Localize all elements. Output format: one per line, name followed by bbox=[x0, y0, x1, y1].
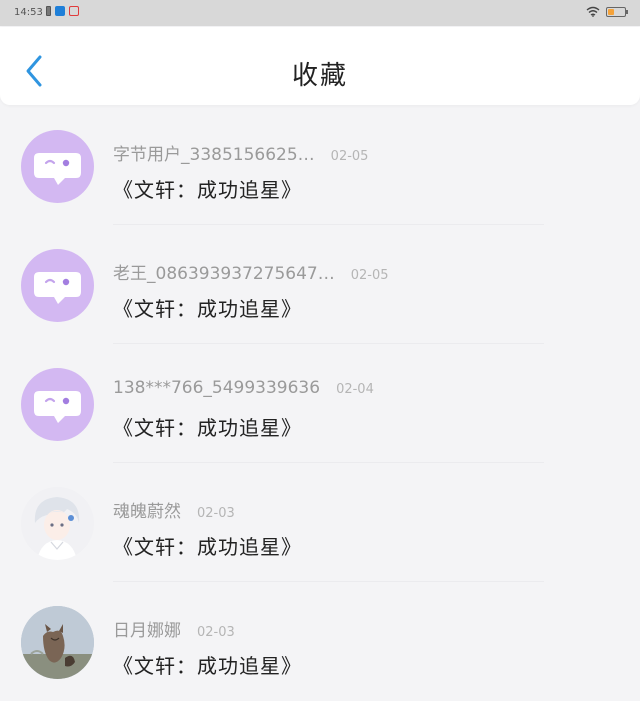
wifi-icon bbox=[586, 6, 600, 17]
item-title[interactable]: 《文轩：成功追星》 bbox=[113, 531, 302, 560]
status-icons-left bbox=[46, 6, 79, 16]
item-meta: 字节用户_3385156625… 02-05 bbox=[113, 140, 368, 165]
default-chat-avatar-icon bbox=[34, 272, 81, 304]
item-username[interactable]: 138***766_5499339636 bbox=[113, 378, 320, 398]
item-meta: 老王_086393937275647… 02-05 bbox=[113, 259, 389, 284]
battery-fill bbox=[608, 8, 614, 15]
cat-avatar-icon bbox=[21, 606, 94, 679]
item-meta: 日月娜娜 02-03 bbox=[113, 616, 235, 641]
favorite-item[interactable]: 字节用户_3385156625… 02-05 《文轩：成功追星》 bbox=[0, 106, 640, 225]
item-username[interactable]: 老王_086393937275647… bbox=[113, 259, 335, 284]
avatar[interactable] bbox=[21, 130, 94, 203]
item-meta: 138***766_5499339636 02-04 bbox=[113, 378, 374, 398]
item-date: 02-05 bbox=[350, 268, 389, 283]
header: 收藏 bbox=[0, 27, 640, 105]
avatar[interactable] bbox=[21, 249, 94, 322]
favorite-item[interactable]: 老王_086393937275647… 02-05 《文轩：成功追星》 bbox=[0, 225, 640, 344]
anime-avatar-icon bbox=[21, 487, 94, 560]
favorite-item[interactable]: 138***766_5499339636 02-04 《文轩：成功追星》 bbox=[0, 344, 640, 463]
page-title: 收藏 bbox=[291, 61, 348, 91]
app-notification-icon-2 bbox=[69, 6, 79, 16]
item-date: 02-03 bbox=[197, 625, 235, 640]
favorite-item[interactable]: 魂魄蔚然 02-03 《文轩：成功追星》 bbox=[0, 463, 640, 582]
item-title[interactable]: 《文轩：成功追星》 bbox=[113, 293, 302, 322]
item-date: 02-05 bbox=[330, 149, 369, 164]
item-date: 02-03 bbox=[197, 506, 235, 521]
battery-mini-icon bbox=[46, 6, 51, 16]
item-username[interactable]: 字节用户_3385156625… bbox=[113, 140, 315, 165]
status-time: 14:53 bbox=[14, 7, 43, 18]
default-chat-avatar-icon bbox=[34, 153, 81, 185]
favorites-list: 字节用户_3385156625… 02-05 《文轩：成功追星》 老王_0863… bbox=[0, 106, 640, 701]
avatar[interactable] bbox=[21, 606, 94, 679]
item-meta: 魂魄蔚然 02-03 bbox=[113, 497, 235, 522]
item-username[interactable]: 魂魄蔚然 bbox=[113, 497, 181, 522]
item-title[interactable]: 《文轩：成功追星》 bbox=[113, 174, 302, 203]
battery-icon bbox=[606, 6, 628, 17]
item-date: 02-04 bbox=[336, 382, 374, 397]
item-title[interactable]: 《文轩：成功追星》 bbox=[113, 650, 302, 679]
favorite-item[interactable]: 日月娜娜 02-03 《文轩：成功追星》 bbox=[0, 582, 640, 701]
avatar[interactable] bbox=[21, 368, 94, 441]
item-title[interactable]: 《文轩：成功追星》 bbox=[113, 412, 302, 441]
avatar[interactable] bbox=[21, 487, 94, 560]
app-notification-icon bbox=[55, 6, 65, 16]
status-icons-right bbox=[586, 6, 628, 17]
item-username[interactable]: 日月娜娜 bbox=[113, 616, 181, 641]
status-bar: 14:53 bbox=[0, 0, 640, 26]
default-chat-avatar-icon bbox=[34, 391, 81, 423]
